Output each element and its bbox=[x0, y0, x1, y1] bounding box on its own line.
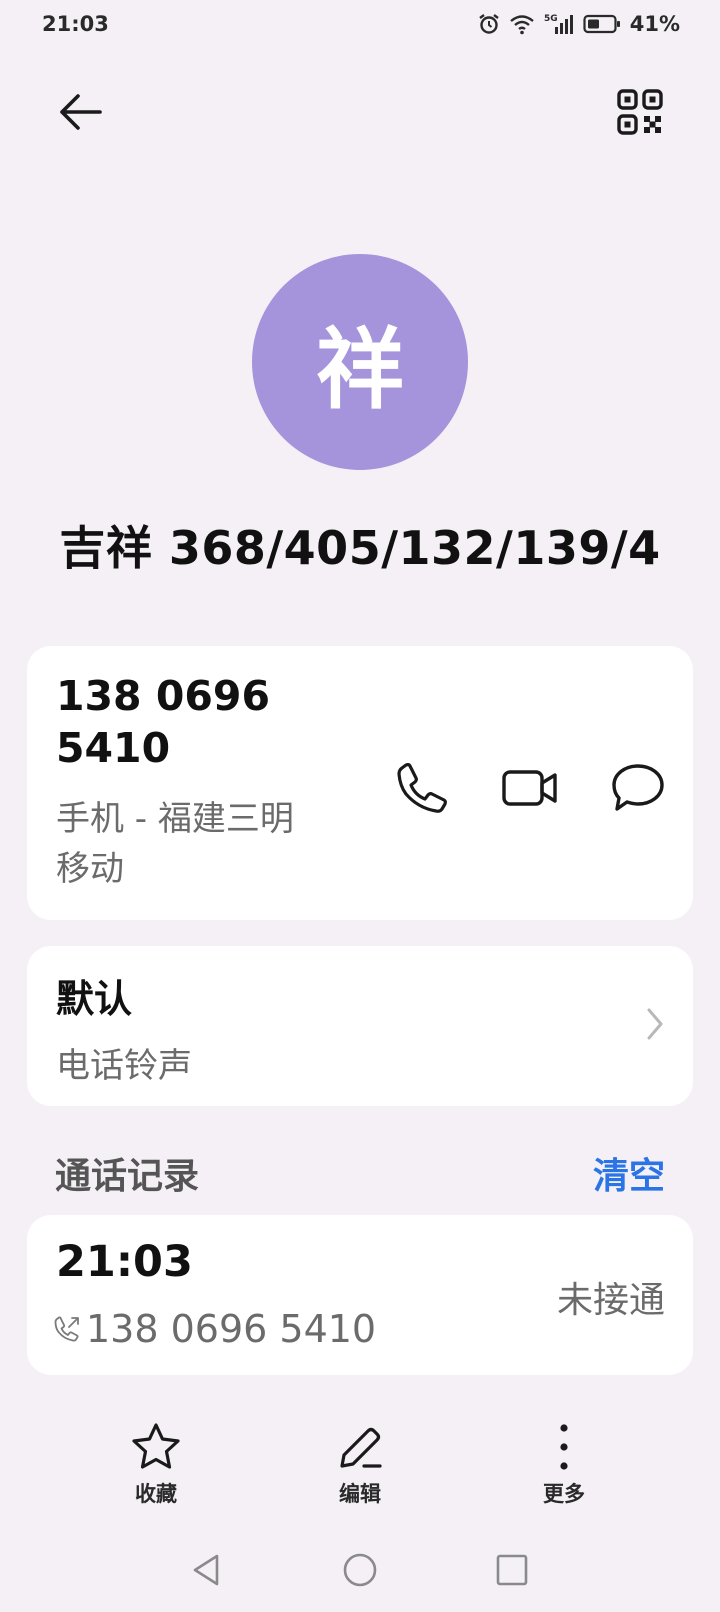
back-button[interactable] bbox=[52, 84, 108, 140]
nav-home-button[interactable] bbox=[330, 1540, 390, 1600]
edit-button[interactable]: 编辑 bbox=[300, 1422, 420, 1508]
ringtone-card[interactable]: 默认 电话铃声 bbox=[27, 946, 693, 1106]
call-log-number-row: 138 0696 5410 bbox=[54, 1307, 376, 1351]
phone-type-line-2: 移动 bbox=[56, 849, 124, 889]
phone-number-line-1: 138 0696 bbox=[56, 672, 270, 720]
alarm-icon bbox=[479, 14, 499, 34]
circle-home-icon bbox=[343, 1553, 377, 1587]
message-button[interactable] bbox=[608, 758, 668, 818]
avatar-initial: 祥 bbox=[315, 317, 404, 421]
arrow-left-icon bbox=[60, 94, 102, 130]
ringtone-value: 默认 bbox=[56, 977, 133, 1021]
battery-percent: 41% bbox=[629, 12, 680, 36]
video-call-button[interactable] bbox=[500, 758, 560, 818]
edit-label: 编辑 bbox=[339, 1482, 381, 1506]
nav-back-button[interactable] bbox=[176, 1540, 236, 1600]
triangle-back-icon bbox=[193, 1554, 219, 1586]
top-bar bbox=[0, 78, 720, 146]
qr-code-icon bbox=[617, 89, 663, 135]
phone-number: 138 0696 5410 bbox=[56, 670, 356, 774]
phone-number-card[interactable]: 138 0696 5410 手机 - 福建三明 移动 bbox=[27, 646, 693, 920]
message-icon bbox=[612, 764, 664, 811]
wifi-icon bbox=[509, 15, 534, 35]
nav-recent-apps-button[interactable] bbox=[482, 1540, 542, 1600]
favorite-button[interactable]: 收藏 bbox=[96, 1422, 216, 1508]
status-bar: 21:03 5G 41% bbox=[0, 0, 720, 48]
system-navigation-bar bbox=[0, 1540, 720, 1600]
network-type: 5G bbox=[544, 14, 558, 24]
bottom-action-bar: 收藏 编辑 更多 bbox=[0, 1422, 720, 1512]
phone-icon bbox=[397, 763, 447, 813]
phone-number-line-2: 5410 bbox=[56, 724, 171, 772]
call-log-entry[interactable]: 21:03 138 0696 5410 未接通 bbox=[27, 1215, 693, 1375]
square-recent-icon bbox=[496, 1554, 528, 1586]
call-log-number: 138 0696 5410 bbox=[86, 1307, 377, 1351]
call-log-status: 未接通 bbox=[556, 1280, 665, 1321]
call-log-time: 21:03 bbox=[56, 1237, 193, 1287]
status-time: 21:03 bbox=[42, 12, 109, 36]
contact-name: 吉祥 368/405/132/139/4 bbox=[59, 521, 661, 575]
battery-icon bbox=[583, 14, 620, 34]
favorite-label: 收藏 bbox=[135, 1482, 177, 1506]
more-button[interactable]: 更多 bbox=[504, 1422, 624, 1508]
chevron-right-icon bbox=[647, 1008, 663, 1040]
video-call-icon bbox=[502, 770, 557, 806]
signal-icon: 5G bbox=[544, 14, 573, 34]
outgoing-call-icon bbox=[54, 1316, 79, 1342]
clear-call-log-button[interactable]: 清空 bbox=[593, 1147, 665, 1199]
call-log-title: 通话记录 bbox=[55, 1156, 200, 1197]
star-icon bbox=[132, 1423, 180, 1469]
phone-type-location: 手机 - 福建三明 移动 bbox=[56, 794, 356, 894]
contact-avatar[interactable]: 祥 bbox=[252, 254, 468, 470]
qr-code-button[interactable] bbox=[612, 84, 668, 140]
more-vertical-icon bbox=[560, 1424, 568, 1470]
ringtone-label: 电话铃声 bbox=[56, 1046, 192, 1086]
more-label: 更多 bbox=[543, 1482, 585, 1506]
call-button[interactable] bbox=[392, 758, 452, 818]
pencil-icon bbox=[340, 1427, 382, 1468]
status-icons: 5G 41% bbox=[478, 12, 680, 36]
phone-type-line-1: 手机 - 福建三明 bbox=[56, 799, 294, 839]
